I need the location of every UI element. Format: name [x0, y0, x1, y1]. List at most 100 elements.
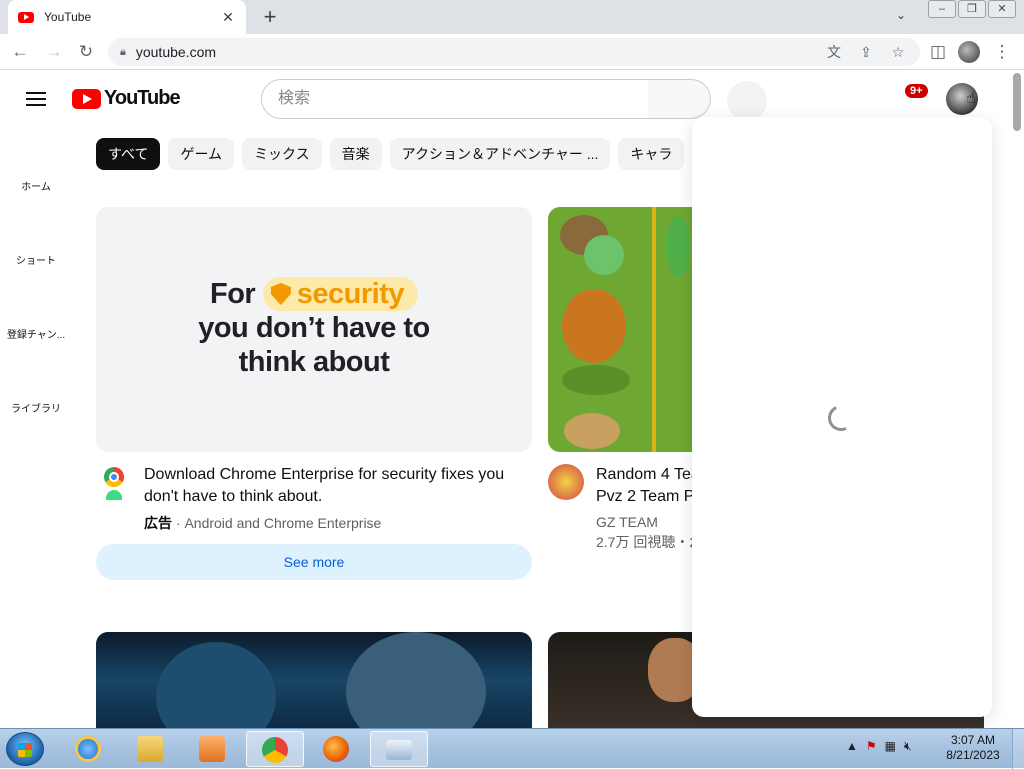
forward-arrow-icon[interactable]: →: [42, 40, 66, 64]
volume-muted-icon[interactable]: 🔇︎: [904, 739, 912, 754]
thumbnail-figure: [562, 365, 630, 395]
menu-hamburger-icon[interactable]: [24, 89, 48, 109]
clock-date: 8/21/2023: [946, 748, 1000, 762]
browser-profile-avatar[interactable]: [958, 41, 980, 63]
bookmark-star-icon[interactable]: ☆: [886, 40, 910, 64]
security-pill: security: [262, 277, 418, 311]
share-icon[interactable]: ⇪: [854, 40, 878, 64]
shield-icon: [270, 283, 291, 305]
clock-time: 3:07 AM: [950, 733, 996, 747]
thumbnail-figure: [156, 642, 276, 728]
ad-headline-for: For: [209, 278, 256, 310]
ad-headline-security: security: [296, 278, 405, 310]
ad-headline-line3: think about: [238, 346, 390, 378]
minimize-button[interactable]: –: [928, 0, 956, 18]
media-player-icon: [199, 736, 225, 762]
windows-taskbar: ▲ ⚑ ▦ 🔇︎ 3:07 AM 8/21/2023: [0, 728, 1024, 769]
chrome-icon: [262, 737, 288, 763]
voice-search-button[interactable]: [727, 81, 767, 121]
system-tray: ▲ ⚑ ▦ 🔇︎: [846, 739, 912, 754]
tab-title: YouTube: [44, 10, 92, 24]
video-views: 2.7万 回視聴・2: [596, 534, 692, 550]
folder-icon: [137, 736, 163, 762]
channel-avatar[interactable]: [548, 464, 584, 500]
firefox-icon: [323, 736, 349, 762]
tab-search-chevron-icon[interactable]: ⌄: [896, 8, 906, 22]
taskbar-on-screen-keyboard[interactable]: [370, 731, 428, 767]
video-thumbnail[interactable]: [96, 632, 532, 728]
chip-character[interactable]: キャラ: [618, 138, 685, 170]
video-channel[interactable]: GZ TEAM: [596, 512, 692, 532]
ad-meta: 広告 · Android and Chrome Enterprise: [144, 515, 382, 531]
youtube-logo-text: YouTube: [104, 87, 181, 109]
show-desktop-button[interactable]: [1012, 729, 1024, 769]
see-more-button[interactable]: See more: [96, 544, 532, 580]
video-meta: GZ TEAM 2.7万 回視聴・2: [596, 512, 692, 552]
reload-icon[interactable]: ↻: [74, 40, 98, 64]
guide-item-library[interactable]: ライブラリ: [0, 400, 72, 415]
thumbnail-figure: [666, 217, 690, 277]
ad-headline: For security you don’t have to think abo…: [96, 277, 532, 379]
chip-music[interactable]: 音楽: [329, 138, 382, 170]
chrome-logo-icon[interactable]: [104, 467, 124, 487]
close-window-button[interactable]: ✕: [988, 0, 1016, 18]
new-tab-button[interactable]: +: [258, 4, 282, 30]
account-menu-popup: [692, 117, 992, 717]
thumbnail-figure: [564, 413, 620, 449]
chip-mix[interactable]: ミックス: [242, 138, 322, 170]
tab-close-icon[interactable]: ✕: [220, 9, 236, 26]
internet-explorer-icon: [75, 736, 101, 762]
thumbnail-figure: [584, 235, 624, 275]
filter-chip-bar: すべて ゲーム ミックス 音楽 アクション＆アドベンチャー ... キャラ: [96, 138, 692, 170]
taskbar-clock[interactable]: 3:07 AM 8/21/2023: [940, 733, 1006, 763]
thumbnail-figure: [346, 632, 486, 728]
chip-all[interactable]: すべて: [96, 138, 161, 170]
taskbar-internet-explorer[interactable]: [60, 731, 118, 767]
youtube-logo[interactable]: YouTube: [72, 87, 181, 110]
notification-badge[interactable]: 9+: [905, 84, 928, 98]
guide-item-home[interactable]: ホーム: [0, 178, 72, 193]
tray-expand-icon[interactable]: ▲: [846, 739, 858, 754]
android-logo-icon: [106, 490, 122, 500]
address-url: youtube.com: [135, 44, 217, 60]
chip-games[interactable]: ゲーム: [168, 138, 235, 170]
loading-spinner-icon: [824, 401, 858, 435]
taskbar-firefox[interactable]: [308, 731, 366, 767]
video-thumbnail[interactable]: [548, 207, 692, 452]
ad-label: 広告: [144, 515, 172, 531]
video-title-line2: Pvz 2 Team P: [596, 488, 692, 505]
ad-banner[interactable]: For security you don’t have to think abo…: [96, 207, 532, 452]
search-input[interactable]: 検索: [261, 79, 649, 119]
taskbar-media-player[interactable]: [184, 731, 242, 767]
window-controls: – ❐ ✕: [928, 0, 1016, 18]
guide-item-shorts[interactable]: ショート: [0, 252, 72, 267]
translate-icon[interactable]: 文: [822, 40, 846, 64]
browser-menu-icon[interactable]: ⋮: [990, 40, 1014, 64]
thumbnail-divider: [652, 207, 656, 452]
address-bar[interactable]: 🔒︎ youtube.com: [108, 38, 920, 66]
guide-item-subscriptions[interactable]: 登録チャン...: [0, 326, 72, 341]
ad-title[interactable]: Download Chrome Enterprise for security …: [144, 464, 524, 508]
network-icon[interactable]: ▦: [885, 739, 896, 754]
side-panel-icon[interactable]: ◫: [926, 40, 950, 64]
lock-icon: 🔒︎: [120, 45, 126, 58]
video-title-line1: Random 4 Tea: [596, 466, 692, 483]
thumbnail-figure: [562, 289, 626, 363]
tab-youtube[interactable]: YouTube ✕: [8, 0, 246, 34]
start-button[interactable]: [6, 732, 44, 766]
keyboard-icon: [386, 740, 412, 760]
taskbar-file-explorer[interactable]: [122, 731, 180, 767]
action-center-flag-icon[interactable]: ⚑: [866, 739, 877, 754]
browser-toolbar: ← → ↻ 🔒︎ youtube.com 文 ⇪ ☆ ◫ ⋮: [0, 34, 1024, 70]
ad-headline-line2: you don’t have to: [198, 312, 430, 344]
scrollbar-thumb[interactable]: [1013, 73, 1021, 131]
video-title[interactable]: Random 4 Tea Pvz 2 Team P: [596, 464, 692, 508]
chip-action-adventure[interactable]: アクション＆アドベンチャー ...: [389, 138, 611, 170]
back-arrow-icon[interactable]: ←: [8, 40, 32, 64]
search-button[interactable]: [648, 79, 711, 119]
taskbar-chrome[interactable]: [246, 731, 304, 767]
ad-advertiser[interactable]: Android and Chrome Enterprise: [184, 515, 381, 531]
page-scrollbar[interactable]: [1010, 71, 1024, 728]
browser-tab-strip: YouTube ✕ + ⌄ – ❐ ✕: [0, 0, 1024, 34]
restore-button[interactable]: ❐: [958, 0, 986, 18]
